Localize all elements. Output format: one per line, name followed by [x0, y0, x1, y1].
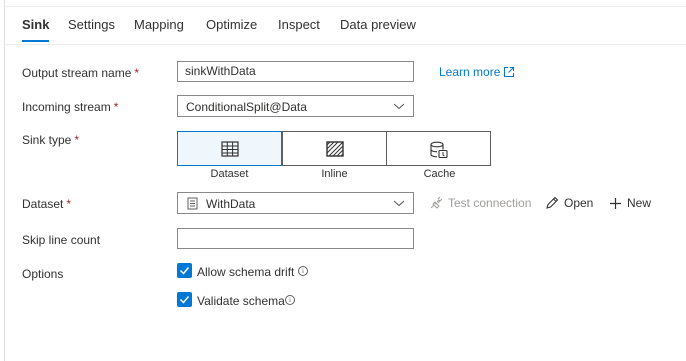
- incoming-stream-dropdown[interactable]: ConditionalSplit@Data: [177, 95, 414, 117]
- skip-line-count-label: Skip line count: [22, 233, 101, 247]
- chevron-down-icon: [393, 200, 405, 207]
- dataset-label-text: Dataset: [22, 197, 64, 211]
- dataset-label: Dataset *: [22, 197, 71, 211]
- tab-data-preview[interactable]: Data preview: [340, 17, 416, 32]
- dataset-dropdown[interactable]: WithData: [177, 192, 414, 214]
- open-dataset-button[interactable]: Open: [545, 196, 593, 210]
- dataset-file-icon: [187, 197, 198, 210]
- tab-mapping[interactable]: Mapping: [134, 17, 184, 32]
- output-stream-label: Output stream name *: [22, 66, 139, 80]
- info-icon[interactable]: i: [298, 266, 308, 276]
- checkmark-icon: [179, 267, 190, 275]
- hatched-box-icon: [325, 141, 344, 157]
- plug-icon: [430, 196, 443, 209]
- required-mark: *: [113, 100, 119, 114]
- skip-line-count-input[interactable]: [177, 228, 414, 249]
- sink-type-cache-option[interactable]: [387, 132, 491, 165]
- chevron-down-icon: [393, 103, 405, 110]
- test-connection-label: Test connection: [448, 196, 532, 210]
- tab-settings[interactable]: Settings: [68, 17, 115, 32]
- options-label: Options: [22, 267, 64, 281]
- allow-schema-drift-checkbox[interactable]: [177, 263, 192, 278]
- sink-type-selector: [177, 131, 491, 166]
- sink-type-inline-label: Inline: [321, 168, 348, 180]
- learn-more-text: Learn more: [439, 65, 501, 79]
- info-icon[interactable]: i: [285, 295, 295, 305]
- tab-sink-label: Sink: [22, 17, 50, 32]
- learn-more-link[interactable]: Learn more: [439, 65, 515, 79]
- sink-type-label-text: Sink type: [22, 133, 72, 147]
- validate-schema-checkbox[interactable]: [177, 292, 192, 307]
- incoming-stream-label: Incoming stream *: [22, 100, 118, 114]
- tab-inspect[interactable]: Inspect: [278, 17, 320, 32]
- incoming-stream-label-text: Incoming stream: [22, 100, 111, 114]
- tab-divider: [4, 44, 686, 45]
- required-mark: *: [66, 197, 72, 211]
- tab-optimize[interactable]: Optimize: [206, 17, 257, 32]
- output-stream-input[interactable]: sinkWithData: [177, 61, 414, 82]
- sink-type-dataset-label: Dataset: [210, 168, 249, 180]
- required-mark: *: [134, 66, 140, 80]
- sink-type-dataset-option[interactable]: [177, 131, 282, 166]
- incoming-stream-value: ConditionalSplit@Data: [186, 100, 307, 114]
- new-dataset-button[interactable]: New: [609, 196, 651, 210]
- output-stream-label-text: Output stream name: [22, 66, 132, 80]
- open-label: Open: [564, 196, 594, 210]
- sink-type-label: Sink type *: [22, 133, 79, 147]
- checkmark-icon: [179, 296, 190, 304]
- plus-icon: [610, 198, 621, 209]
- dataset-value: WithData: [206, 197, 256, 211]
- active-tab-indicator: [22, 40, 50, 42]
- table-icon: [220, 141, 239, 157]
- required-mark: *: [74, 133, 80, 147]
- test-connection-button[interactable]: Test connection: [429, 196, 531, 210]
- panel-frame: [4, 0, 686, 361]
- new-label: New: [627, 196, 652, 210]
- validate-schema-label: Validate schema: [197, 294, 285, 308]
- pencil-icon: [546, 196, 559, 209]
- database-cache-icon: [430, 141, 448, 159]
- sink-type-inline-option[interactable]: [282, 132, 387, 165]
- allow-schema-drift-label: Allow schema drift: [197, 265, 295, 279]
- tab-sink[interactable]: Sink: [22, 17, 50, 42]
- sink-type-cache-label: Cache: [423, 168, 456, 180]
- panel-top-border: [4, 6, 686, 7]
- external-link-icon: [504, 67, 515, 77]
